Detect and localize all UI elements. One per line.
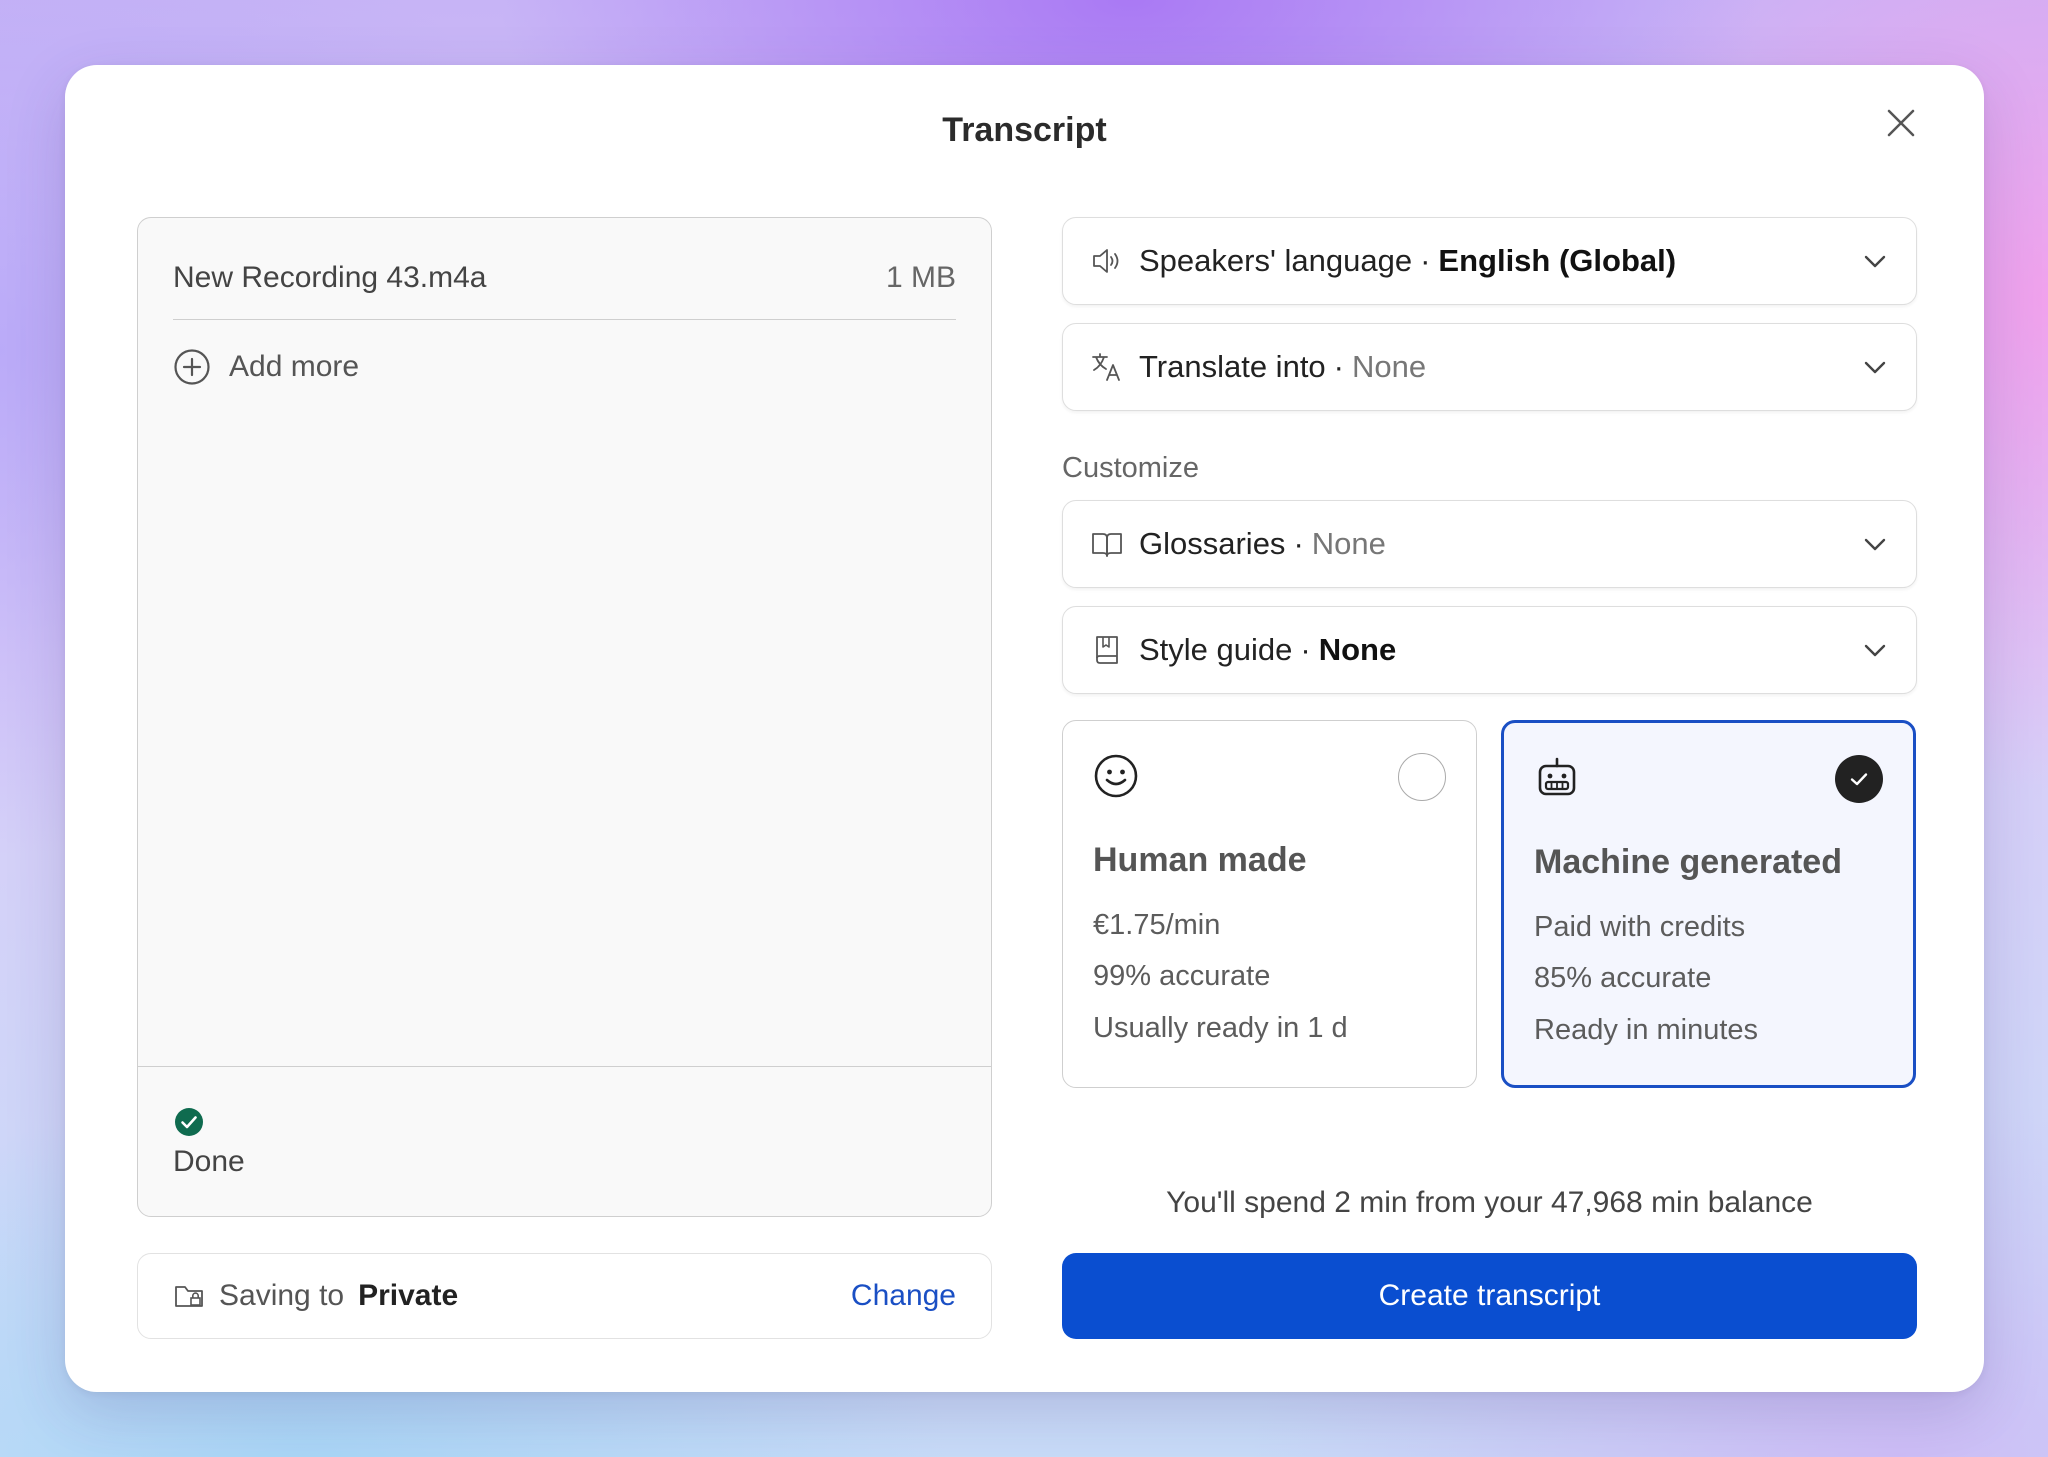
human-made-title: Human made	[1093, 841, 1307, 879]
human-made-radio[interactable]	[1398, 753, 1446, 801]
speakers-language-value: English (Global)	[1438, 243, 1677, 278]
file-row: New Recording 43.m4a 1 MB	[173, 248, 956, 320]
human-made-option[interactable]: Human made €1.75/min 99% accurate Usuall…	[1062, 720, 1477, 1088]
create-transcript-button[interactable]: Create transcript	[1062, 1253, 1917, 1339]
speaker-icon	[1089, 243, 1125, 279]
glossaries-label: Glossaries	[1139, 526, 1286, 561]
file-list-panel: New Recording 43.m4a 1 MB Add more Done	[137, 217, 992, 1217]
plus-circle-icon	[174, 349, 210, 385]
status-label: Done	[173, 1145, 245, 1178]
chevron-down-icon	[1860, 352, 1890, 382]
machine-generated-payment: Paid with credits	[1534, 911, 1746, 943]
human-made-price: €1.75/min	[1093, 909, 1221, 941]
translate-into-value: None	[1352, 349, 1427, 384]
dialog-title: Transcript	[942, 111, 1107, 149]
close-button[interactable]	[1875, 97, 1927, 149]
style-guide-label: Style guide	[1139, 632, 1293, 667]
machine-generated-accuracy: 85% accurate	[1534, 962, 1712, 994]
style-guide-dropdown[interactable]: Style guide · None	[1062, 606, 1917, 694]
human-made-turnaround: Usually ready in 1 d	[1093, 1012, 1348, 1044]
upload-status: Done	[138, 1066, 991, 1216]
folder-lock-icon	[175, 1286, 203, 1307]
machine-generated-turnaround: Ready in minutes	[1534, 1014, 1759, 1046]
add-more-button[interactable]: Add more	[173, 348, 359, 386]
translate-into-label: Translate into	[1139, 349, 1326, 384]
human-made-accuracy: 99% accurate	[1093, 960, 1271, 992]
saving-location: Saving to Private Change	[137, 1253, 992, 1339]
saving-location-value: Private	[358, 1279, 459, 1312]
separator: ·	[1300, 632, 1311, 667]
file-size: 1 MB	[885, 260, 956, 294]
speakers-language-label: Speakers' language	[1139, 243, 1413, 278]
translate-into-dropdown[interactable]: Translate into · None	[1062, 323, 1917, 411]
saving-label: Saving to	[219, 1279, 345, 1312]
smiley-icon	[1094, 754, 1138, 798]
speakers-language-dropdown[interactable]: Speakers' language · English (Global)	[1062, 217, 1917, 305]
translate-icon	[1089, 349, 1125, 385]
check-circle-icon	[175, 1108, 203, 1136]
style-guide-book-icon	[1089, 632, 1125, 668]
change-location-link[interactable]: Change	[851, 1279, 956, 1313]
machine-generated-title: Machine generated	[1534, 843, 1842, 881]
chevron-down-icon	[1860, 529, 1890, 559]
chevron-down-icon	[1860, 635, 1890, 665]
glossaries-value: None	[1311, 526, 1386, 561]
add-more-label: Add more	[229, 350, 360, 383]
file-name: New Recording 43.m4a	[173, 260, 487, 294]
close-icon	[1887, 109, 1915, 137]
separator: ·	[1420, 243, 1431, 278]
check-icon	[1850, 773, 1868, 786]
separator: ·	[1293, 526, 1304, 561]
machine-generated-option[interactable]: Machine generated Paid with credits 85% …	[1501, 720, 1916, 1088]
book-open-icon	[1089, 526, 1125, 562]
glossaries-dropdown[interactable]: Glossaries · None	[1062, 500, 1917, 588]
balance-summary: You'll spend 2 min from your 47,968 min …	[1166, 1186, 1813, 1219]
machine-generated-radio[interactable]	[1835, 755, 1883, 803]
style-guide-value: None	[1318, 632, 1397, 667]
robot-icon	[1538, 757, 1576, 796]
customize-heading: Customize	[1062, 452, 1199, 484]
chevron-down-icon	[1860, 246, 1890, 276]
transcript-dialog: Transcript New Recording 43.m4a 1 MB Add…	[65, 65, 1984, 1392]
separator: ·	[1333, 349, 1344, 384]
